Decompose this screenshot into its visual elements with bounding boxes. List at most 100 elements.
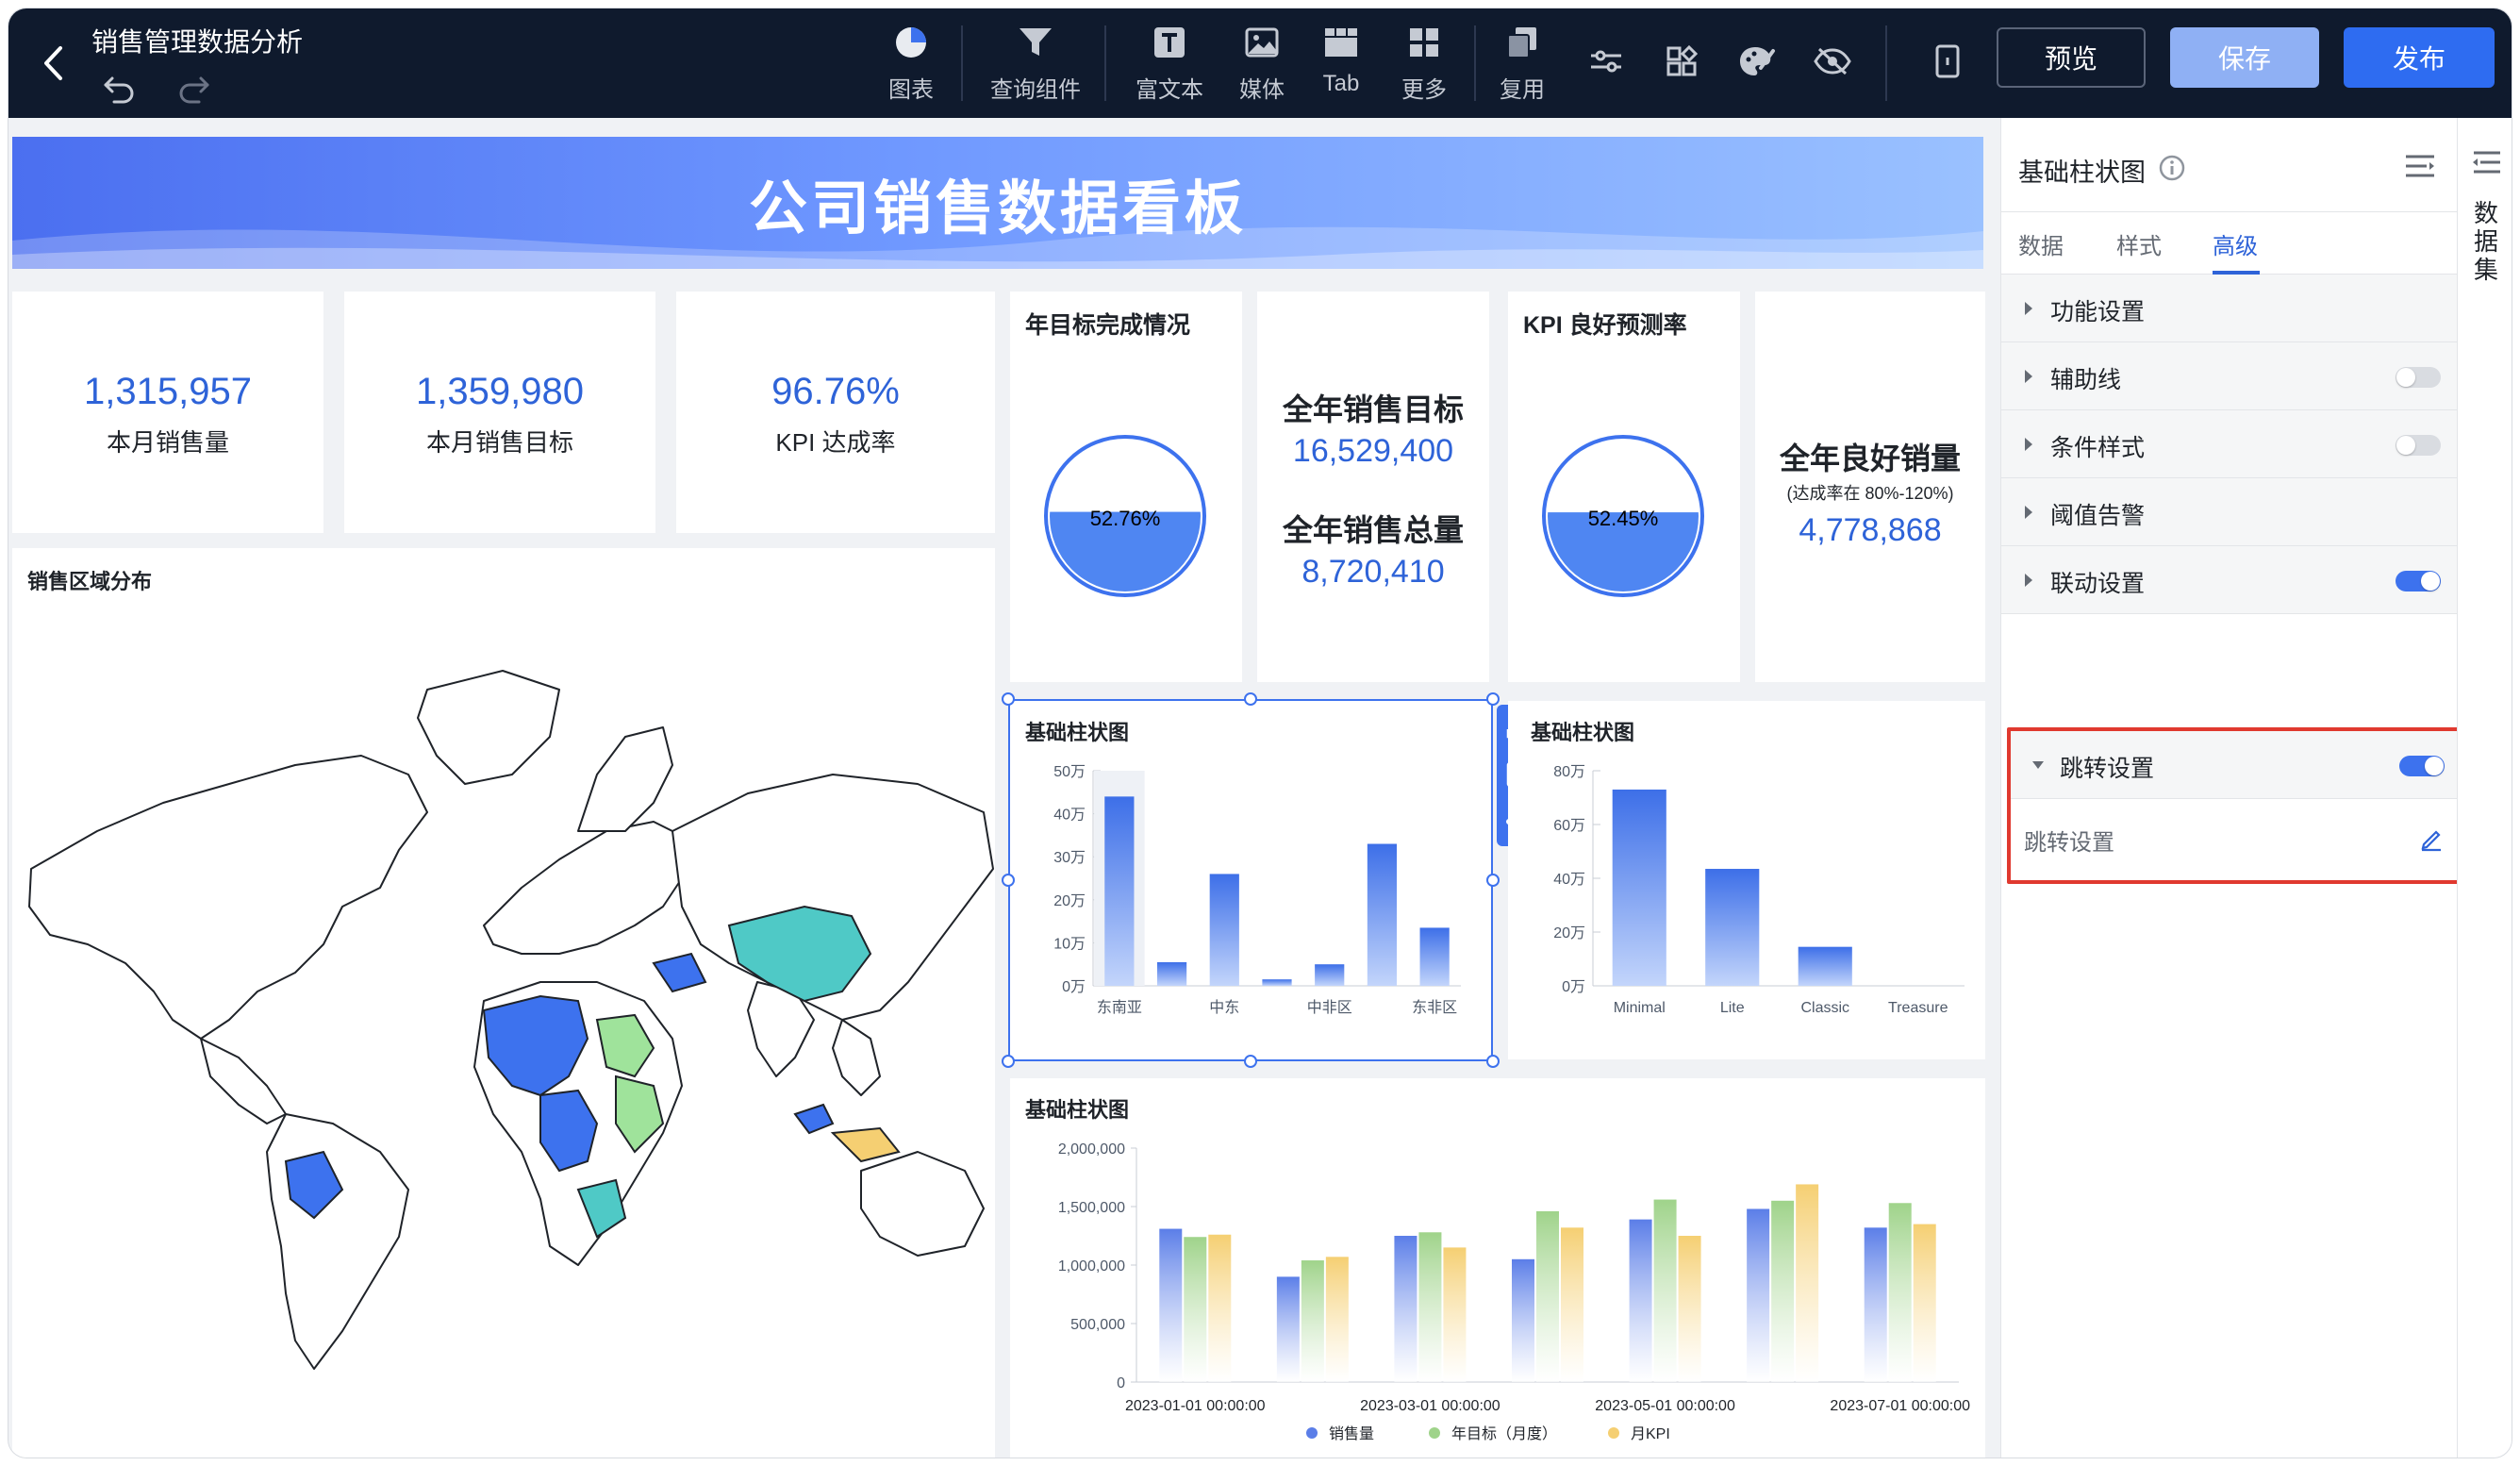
stat-value: 4,778,868 xyxy=(1799,512,1942,548)
bar xyxy=(1653,1199,1677,1382)
tool-more[interactable]: 更多 xyxy=(1391,18,1457,108)
grid-icon xyxy=(1410,28,1438,57)
good-sales-card[interactable]: 全年良好销量 (达成率在 80%-120%) 4,778,868 xyxy=(1755,292,1985,682)
legend-marker xyxy=(1429,1427,1440,1439)
section-conditional-style[interactable]: 条件样式 xyxy=(2001,410,2458,478)
back-button[interactable] xyxy=(29,37,76,90)
copy-icon xyxy=(1507,27,1536,58)
dataset-rail: 数据集 xyxy=(2457,118,2512,1458)
gauge-card-kpi-good[interactable]: KPI 良好预测率 52.45% xyxy=(1508,292,1740,682)
bar xyxy=(1208,1234,1232,1382)
caret-right-icon xyxy=(2025,370,2032,383)
layout-button[interactable] xyxy=(1657,37,1706,86)
tool-chart[interactable]: 图表 xyxy=(878,18,944,108)
eye-off-icon xyxy=(1814,47,1851,75)
undo-button[interactable] xyxy=(101,69,139,107)
tool-label: 更多 xyxy=(1401,77,1447,103)
map-card[interactable]: 销售区域分布 xyxy=(12,548,995,1458)
linkage-toggle[interactable] xyxy=(2396,571,2441,591)
resize-handle[interactable] xyxy=(1244,1055,1257,1068)
tab-style[interactable]: 样式 xyxy=(2116,227,2162,260)
guide-line-toggle[interactable] xyxy=(2396,367,2441,388)
bar xyxy=(1561,1227,1583,1382)
stat-title: 全年销售总量 xyxy=(1282,513,1464,547)
save-button[interactable]: 保存 xyxy=(2170,27,2319,88)
bar xyxy=(1315,964,1345,986)
edit-pencil-icon[interactable] xyxy=(2418,825,2445,852)
tool-media[interactable]: 媒体 xyxy=(1229,18,1295,108)
jump-toggle[interactable] xyxy=(2399,756,2445,776)
jump-settings-row[interactable]: 跳转设置 xyxy=(2011,799,2458,880)
resize-handle[interactable] xyxy=(1002,692,1015,706)
grouped-bar-chart-card[interactable]: 基础柱状图 0 500,000 1,000,000 1,500,000 2,000,00… xyxy=(1010,1078,1985,1458)
liquid-gauge: 52.45% xyxy=(1542,435,1704,597)
tab-advanced[interactable]: 高级 xyxy=(2213,227,2258,260)
section-function-settings[interactable]: 功能设置 xyxy=(2001,275,2458,342)
tab-data[interactable]: 数据 xyxy=(2018,227,2064,260)
dataset-menu-icon[interactable] xyxy=(2471,148,2503,176)
y-tick-label: 10万 xyxy=(1053,936,1086,952)
target-summary-card[interactable]: 全年销售目标 16,529,400 全年销售总量 8,720,410 xyxy=(1257,292,1489,682)
x-tick-label: 东非区 xyxy=(1412,999,1457,1016)
bar-chart-card-region[interactable]: 基础柱状图 0万 10万 20万 30万 40万 50万 东南亚 中东 中非区 东非区 xyxy=(1010,701,1491,1059)
bar xyxy=(1796,1184,1819,1382)
settings-sliders-button[interactable] xyxy=(1582,37,1631,86)
preview-button[interactable]: 预览 xyxy=(1997,27,2146,88)
conditional-style-toggle[interactable] xyxy=(2396,435,2441,456)
info-icon[interactable] xyxy=(2158,154,2186,182)
resize-handle[interactable] xyxy=(1486,874,1500,887)
toolbar-divider xyxy=(961,25,963,101)
bar-chart-card-product[interactable]: 基础柱状图 0万 20万 40万 60万 80万 Minimal Lite Classic Tr… xyxy=(1508,701,1985,1059)
resize-handle[interactable] xyxy=(1486,692,1500,706)
section-linkage-settings[interactable]: 联动设置 xyxy=(2001,546,2458,614)
resize-handle[interactable] xyxy=(1002,1055,1015,1068)
section-name: 联动设置 xyxy=(2050,571,2146,597)
stat-title: 全年良好销量 xyxy=(1779,441,1961,475)
toolbar-divider xyxy=(1885,25,1887,101)
redo-button[interactable] xyxy=(174,69,212,107)
x-tick-label: 中非区 xyxy=(1307,999,1352,1016)
dataset-rail-label[interactable]: 数据集 xyxy=(2471,199,2501,284)
bar-chart-region: 0万 10万 20万 30万 40万 50万东南亚 中东 中非区 东非区 xyxy=(1053,764,1461,1016)
toolbar-divider xyxy=(1104,25,1106,101)
jump-settings-highlight: 跳转设置 跳转设置 xyxy=(2007,727,2462,884)
x-tick-label: 东南亚 xyxy=(1097,999,1142,1016)
caret-right-icon xyxy=(2025,302,2032,315)
kpi-card-month-sales[interactable]: 1,315,957 本月销售量 xyxy=(12,292,323,533)
tool-label: 富文本 xyxy=(1136,77,1203,103)
resize-handle[interactable] xyxy=(1486,1055,1500,1068)
bar xyxy=(1367,843,1398,986)
bar xyxy=(1156,961,1187,986)
visibility-button[interactable] xyxy=(1808,37,1857,86)
gauge-card-year-target[interactable]: 年目标完成情况 52.76% xyxy=(1010,292,1242,682)
section-name: 功能设置 xyxy=(2050,299,2146,325)
section-threshold-alert[interactable]: 阈值告警 xyxy=(2001,478,2458,546)
bar xyxy=(1771,1200,1795,1382)
kpi-card-month-target[interactable]: 1,359,980 本月销售目标 xyxy=(344,292,655,533)
app-window: 销售管理数据分析 图表 查询组件 富文本 媒体 Tab 更多 复用 预览 保存 … xyxy=(8,8,2512,1458)
text-icon xyxy=(1154,27,1185,58)
x-tick-label: 2023-03-01 00:00:00 xyxy=(1360,1398,1500,1414)
tab-icon xyxy=(1325,28,1357,57)
panel-collapse-icon[interactable] xyxy=(2403,152,2437,180)
bar xyxy=(1705,869,1760,986)
tool-query[interactable]: 查询组件 xyxy=(984,18,1087,108)
publish-button[interactable]: 发布 xyxy=(2344,27,2495,88)
section-name: 辅助线 xyxy=(2050,367,2122,393)
resize-handle[interactable] xyxy=(1002,874,1015,887)
tool-reuse[interactable]: 复用 xyxy=(1489,18,1555,108)
sliders-icon xyxy=(1591,50,1621,73)
tool-tab[interactable]: Tab xyxy=(1308,18,1374,108)
dashboard-banner[interactable]: 公司销售数据看板 xyxy=(12,137,1983,269)
x-tick-label: Classic xyxy=(1800,1000,1849,1016)
kpi-card-kpi-rate[interactable]: 96.76% KPI 达成率 xyxy=(676,292,995,533)
theme-button[interactable] xyxy=(1732,37,1782,86)
y-tick-label: 30万 xyxy=(1053,850,1086,866)
mobile-view-button[interactable] xyxy=(1923,37,1972,86)
tool-richtext[interactable]: 富文本 xyxy=(1127,18,1212,108)
section-guide-line[interactable]: 辅助线 xyxy=(2001,342,2458,410)
redo-icon xyxy=(179,76,209,104)
kpi-label: 本月销售量 xyxy=(106,428,229,457)
resize-handle[interactable] xyxy=(1244,692,1257,706)
section-jump-settings[interactable]: 跳转设置 xyxy=(2011,731,2458,799)
